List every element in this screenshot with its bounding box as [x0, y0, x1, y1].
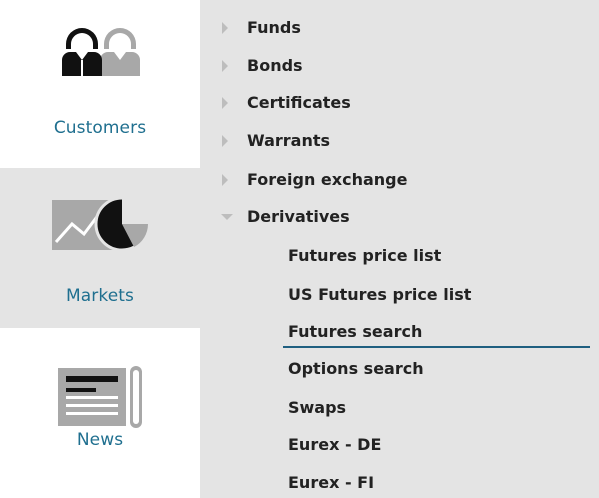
tree-subitem-futures-search[interactable]: Futures search — [288, 318, 422, 346]
customers-icon — [48, 22, 152, 82]
tree-item-certificates[interactable]: Certificates — [220, 89, 351, 117]
tree-subitem-swaps[interactable]: Swaps — [288, 394, 346, 422]
tree-item-funds[interactable]: Funds — [220, 14, 301, 42]
sidebar-item-label: News — [76, 430, 124, 450]
sidebar: Customers Markets News — [0, 0, 200, 498]
tree-item-label: Warrants — [247, 131, 331, 150]
tree-item-label: Bonds — [247, 56, 303, 75]
tree-subitem-label: Options search — [288, 359, 424, 378]
tree-subitem-futures-price-list[interactable]: Futures price list — [288, 242, 441, 270]
sidebar-item-label: Customers — [53, 118, 147, 138]
expand-arrow-icon[interactable] — [220, 14, 230, 42]
tree-subitem-label: Eurex - DE — [288, 435, 382, 454]
markets-chart-icon — [50, 196, 150, 256]
tree-subitem-label: Futures search — [288, 322, 423, 341]
tree-item-label: Derivatives — [247, 207, 350, 226]
sidebar-item-markets[interactable]: Markets — [0, 168, 200, 328]
tree-item-warrants[interactable]: Warrants — [220, 127, 330, 155]
tree-item-bonds[interactable]: Bonds — [220, 52, 303, 80]
sidebar-item-news[interactable]: News — [0, 328, 200, 498]
tree-item-derivatives[interactable]: Derivatives — [220, 203, 350, 231]
expand-arrow-icon[interactable] — [220, 52, 230, 80]
tree-item-foreign-exchange[interactable]: Foreign exchange — [220, 166, 407, 194]
tree-item-label: Funds — [247, 18, 301, 37]
expand-arrow-icon[interactable] — [220, 89, 230, 117]
tree-subitem-eurex-fi[interactable]: Eurex - FI — [288, 469, 374, 497]
active-item-underline — [283, 346, 590, 348]
tree-item-label: Certificates — [247, 93, 351, 112]
tree-subitem-label: Swaps — [288, 398, 347, 417]
sidebar-item-customers[interactable]: Customers — [0, 0, 200, 168]
tree-subitem-label: US Futures price list — [288, 285, 472, 304]
tree-subitem-us-futures-price-list[interactable]: US Futures price list — [288, 281, 471, 309]
tree-subitem-eurex-de[interactable]: Eurex - DE — [288, 431, 381, 459]
tree-subitem-label: Futures price list — [288, 246, 442, 265]
tree-item-label: Foreign exchange — [247, 170, 408, 189]
markets-menu-tree: Funds Bonds Certificates Warrants Foreig… — [200, 0, 599, 498]
sidebar-item-label: Markets — [66, 286, 134, 306]
tree-subitem-label: Eurex - FI — [288, 473, 375, 492]
expand-arrow-icon[interactable] — [220, 127, 230, 155]
tree-subitem-options-search[interactable]: Options search — [288, 355, 424, 383]
collapse-arrow-icon[interactable] — [220, 203, 233, 231]
newspaper-icon — [54, 364, 146, 434]
expand-arrow-icon[interactable] — [220, 166, 230, 194]
